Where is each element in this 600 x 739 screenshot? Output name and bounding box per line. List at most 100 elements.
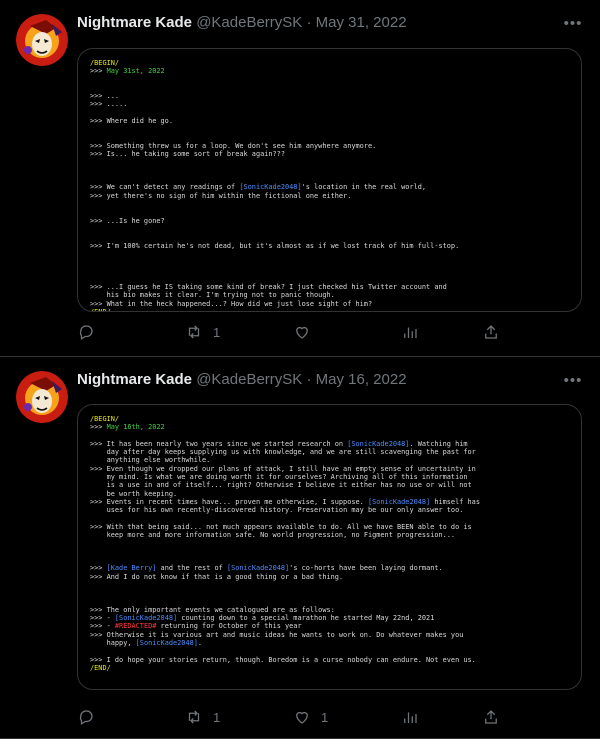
like-button[interactable] — [293, 321, 321, 343]
log-entity-link: [Kade Berry] — [106, 564, 157, 573]
log-text-segment: >>> What in the heck happened...? How di… — [90, 299, 373, 308]
log-line: anything else worthwhile. — [90, 456, 569, 464]
author-handle[interactable]: @KadeBerrySK — [196, 371, 302, 388]
like-button[interactable]: 1 — [293, 706, 328, 728]
log-line: >>> We can't detect any readings of [Son… — [90, 183, 569, 191]
tweet-header: Nightmare Kade @KadeBerrySK · May 31, 20… — [77, 12, 550, 34]
log-entity-link: [SonicKade2048] — [135, 639, 198, 648]
log-line: /BEGIN/ — [90, 415, 569, 423]
share-icon — [485, 325, 497, 339]
log-text-segment: >>> Events in recent times have... prove… — [90, 497, 368, 506]
log-text-segment: uses for his own recently-discovered his… — [90, 506, 464, 515]
tweet[interactable]: Nightmare Kade @KadeBerrySK · May 31, 20… — [0, 0, 600, 357]
log-line: happy, [SonicKade2048]. — [90, 639, 569, 647]
author-name[interactable]: Nightmare Kade — [77, 14, 192, 31]
log-text-segment: >>> — [90, 423, 107, 432]
share-button[interactable] — [482, 706, 500, 728]
analytics-icon — [404, 327, 417, 338]
log-text-segment: is a use in and of itself... right? Othe… — [90, 481, 472, 490]
log-text-segment: and the rest of — [156, 564, 227, 573]
avatar[interactable] — [16, 14, 68, 66]
log-line: >>> I do hope your stories return, thoug… — [90, 656, 569, 664]
views-button[interactable] — [401, 321, 419, 343]
share-icon — [485, 710, 497, 724]
retweet-button[interactable]: 1 — [185, 321, 220, 343]
log-line: >>> ..... — [90, 100, 569, 108]
heart-icon — [296, 326, 308, 339]
log-line: >>> Something threw us for a loop. We do… — [90, 142, 569, 150]
retweet-button[interactable]: 1 — [185, 706, 220, 728]
tweet-image[interactable]: /BEGIN/>>> May 16th, 2022 >>> It has bee… — [77, 404, 582, 690]
tweet-image[interactable]: /BEGIN/>>> May 31st, 2022 >>> ... >>> ...… — [77, 48, 582, 312]
retweet-count: 1 — [213, 709, 221, 725]
log-line: /BEGIN/ — [90, 59, 569, 67]
log-text-segment: >>> I do hope your stories return, thoug… — [90, 655, 476, 664]
log-text-segment: >>> Even though we dropped our plans of … — [90, 464, 476, 473]
log-entity-link: [SonicKade2048] — [114, 614, 178, 623]
reply-icon — [79, 325, 93, 340]
reply-button[interactable] — [77, 706, 95, 728]
log-text-segment: >>> — [90, 67, 107, 76]
log-tag: /BEGIN/ — [90, 59, 120, 67]
reply-button[interactable] — [77, 321, 95, 343]
log-line: >>> With that being said... not much app… — [90, 523, 569, 531]
log-text-segment: >>> We can't detect any readings of — [90, 183, 240, 192]
log-text-segment: >>> And I do not know if that is a good … — [90, 572, 344, 581]
tweet[interactable]: Nightmare Kade @KadeBerrySK · May 16, 20… — [0, 357, 600, 739]
log-text-segment: >>> - — [90, 622, 115, 631]
more-options-icon[interactable]: ••• — [562, 12, 584, 34]
log-line: >>> What in the heck happened...? How di… — [90, 300, 569, 308]
tweet-actions: 1 1 — [77, 706, 497, 728]
log-text-segment: >>> With that being said... not much app… — [90, 522, 472, 531]
log-line: be worth keeping. — [90, 490, 569, 498]
log-line: >>> Events in recent times have... prove… — [90, 498, 569, 506]
avatar[interactable] — [16, 371, 68, 423]
log-text-segment: >>> - — [90, 614, 115, 623]
heart-icon — [296, 711, 308, 724]
log-text-segment: himself has — [430, 497, 480, 506]
log-text-segment: my mind. Is what we are doing worth it f… — [90, 473, 468, 482]
views-button[interactable] — [401, 706, 419, 728]
reply-icon — [79, 710, 93, 725]
tweet-date[interactable]: May 16, 2022 — [316, 371, 407, 388]
log-line: his bio makes it clear. I'm trying not t… — [90, 291, 569, 299]
log-text-segment: happy, — [90, 639, 136, 648]
author-name[interactable]: Nightmare Kade — [77, 371, 192, 388]
log-line: >>> ... — [90, 92, 569, 100]
log-line: my mind. Is what we are doing worth it f… — [90, 473, 569, 481]
log-line: >>> May 16th, 2022 — [90, 423, 569, 431]
separator-dot: · — [306, 371, 312, 388]
log-line: /END/ — [90, 308, 569, 311]
log-text-segment: . Watching him — [409, 439, 468, 448]
share-button[interactable] — [482, 321, 500, 343]
log-text-segment: >>> yet there's no sign of him within th… — [90, 191, 352, 200]
tweet-date[interactable]: May 31, 2022 — [316, 14, 407, 31]
log-tag: /BEGIN/ — [90, 415, 120, 423]
author-handle[interactable]: @KadeBerrySK — [196, 14, 302, 31]
timeline: Nightmare Kade @KadeBerrySK · May 31, 20… — [0, 0, 600, 739]
separator-dot: · — [306, 14, 312, 31]
log-line: >>> ...I guess he IS taking some kind of… — [90, 283, 569, 291]
like-count: 1 — [321, 709, 329, 725]
more-options-icon[interactable]: ••• — [562, 369, 584, 391]
log-text-segment: >>> ... — [90, 92, 120, 101]
retweet-icon — [188, 325, 200, 339]
log-text-segment: >>> Is... he taking some sort of break a… — [90, 150, 285, 159]
log-text-segment: his bio makes it clear. I'm trying not t… — [90, 291, 335, 300]
